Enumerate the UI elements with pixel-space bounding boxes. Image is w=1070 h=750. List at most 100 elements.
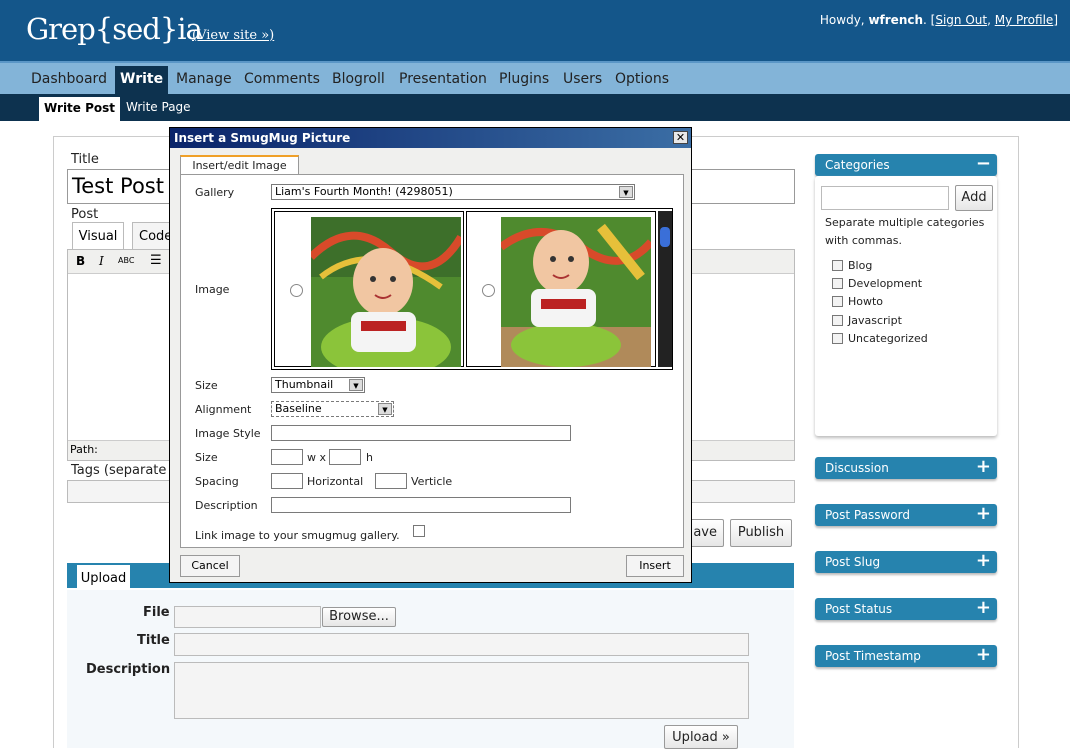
nav-comments[interactable]: Comments	[244, 69, 320, 96]
category-blog[interactable]: Blog	[832, 259, 872, 272]
main-nav: Dashboard Write Manage Comments Blogroll…	[0, 61, 1070, 96]
upload-button[interactable]: Upload »	[664, 725, 738, 749]
category-uncategorized[interactable]: Uncategorized	[832, 332, 928, 345]
post-password-header[interactable]: Post Password +	[815, 503, 997, 526]
sub-nav: Write Post Write Page	[0, 94, 1070, 121]
cancel-button[interactable]: Cancel	[180, 555, 240, 577]
expand-icon[interactable]: +	[976, 644, 991, 666]
browse-button[interactable]: Browse...	[322, 607, 396, 627]
size-value: Thumbnail	[275, 378, 334, 391]
image-scrollbar[interactable]	[658, 211, 672, 367]
category-hint: Separate multiple categories with commas…	[825, 216, 985, 247]
path-label: Path:	[70, 443, 98, 456]
post-label: Post	[71, 207, 99, 222]
nav-manage[interactable]: Manage	[176, 69, 232, 96]
nav-presentation[interactable]: Presentation	[399, 69, 487, 96]
strikethrough-icon[interactable]: ABC	[118, 256, 134, 265]
spacing-label: Spacing	[195, 475, 239, 488]
category-label: Uncategorized	[848, 332, 928, 345]
gallery-label: Gallery	[195, 186, 235, 199]
image-radio[interactable]	[290, 284, 303, 297]
link-gallery-checkbox[interactable]	[413, 525, 425, 537]
width-label: w x	[307, 451, 327, 464]
collapse-icon[interactable]: −	[976, 153, 991, 175]
nav-dashboard[interactable]: Dashboard	[31, 69, 107, 96]
view-site-link[interactable]: (View site »)	[192, 28, 274, 43]
subnav-write-post[interactable]: Write Post	[39, 97, 121, 121]
tab-insert-edit-image[interactable]: Insert/edit Image	[180, 155, 299, 175]
bullet-list-icon[interactable]: ☰	[150, 253, 162, 268]
tags-label: Tags (separate m	[71, 463, 184, 478]
height-input[interactable]	[329, 449, 361, 465]
tab-upload[interactable]: Upload	[77, 565, 130, 592]
alignment-select[interactable]: Baseline ▼	[271, 401, 394, 417]
alignment-label: Alignment	[195, 403, 252, 416]
category-development[interactable]: Development	[832, 277, 922, 290]
horizontal-spacing-input[interactable]	[271, 473, 303, 489]
post-timestamp-header[interactable]: Post Timestamp +	[815, 644, 997, 667]
chevron-down-icon[interactable]: ▼	[619, 186, 633, 198]
image-option[interactable]	[466, 211, 656, 367]
panel-title: Post Password	[825, 508, 910, 522]
username: wfrench	[868, 13, 924, 27]
expand-icon[interactable]: +	[976, 503, 991, 525]
size-select[interactable]: Thumbnail ▼	[271, 377, 365, 393]
description-input[interactable]	[271, 497, 571, 513]
tab-visual[interactable]: Visual	[72, 222, 124, 249]
nav-plugins[interactable]: Plugins	[499, 69, 549, 96]
dimension-label: Size	[195, 451, 218, 464]
categories-header[interactable]: Categories −	[815, 153, 997, 176]
horizontal-label: Horizontal	[307, 475, 364, 488]
image-style-input[interactable]	[271, 425, 571, 441]
subnav-write-page[interactable]: Write Page	[126, 100, 191, 114]
bold-icon[interactable]: B	[76, 254, 85, 268]
checkbox-icon[interactable]	[832, 333, 843, 344]
chevron-down-icon[interactable]: ▼	[378, 403, 392, 415]
howdy-text: Howdy,	[819, 13, 865, 27]
nav-users[interactable]: Users	[563, 69, 602, 96]
expand-icon[interactable]: +	[976, 597, 991, 619]
nav-blogroll[interactable]: Blogroll	[332, 69, 385, 96]
discussion-header[interactable]: Discussion +	[815, 456, 997, 479]
checkbox-icon[interactable]	[832, 315, 843, 326]
chevron-down-icon[interactable]: ▼	[349, 379, 363, 391]
image-label: Image	[195, 283, 230, 296]
post-slug-header[interactable]: Post Slug +	[815, 550, 997, 573]
italic-icon[interactable]: I	[99, 254, 104, 268]
add-category-button[interactable]: Add	[955, 185, 993, 211]
category-label: Javascript	[848, 314, 902, 327]
insert-button[interactable]: Insert	[626, 555, 684, 577]
post-status-header[interactable]: Post Status +	[815, 597, 997, 620]
scrollbar-thumb[interactable]	[660, 227, 670, 247]
categories-title: Categories	[825, 158, 890, 172]
width-input[interactable]	[271, 449, 303, 465]
upload-title-input[interactable]	[174, 633, 749, 656]
category-label: Howto	[848, 295, 884, 308]
gallery-select[interactable]: Liam's Fourth Month! (4298051) ▼	[271, 184, 635, 200]
nav-write[interactable]: Write	[115, 66, 169, 96]
checkbox-icon[interactable]	[832, 296, 843, 307]
my-profile-link[interactable]: My Profile	[995, 13, 1054, 27]
alignment-value: Baseline	[275, 402, 322, 415]
panel-title: Post Slug	[825, 555, 881, 569]
image-radio[interactable]	[482, 284, 495, 297]
file-label: File	[143, 605, 170, 620]
category-howto[interactable]: Howto	[832, 295, 883, 308]
image-option[interactable]	[274, 211, 464, 367]
expand-icon[interactable]: +	[976, 456, 991, 478]
checkbox-icon[interactable]	[832, 260, 843, 271]
publish-button[interactable]: Publish	[730, 519, 792, 547]
checkbox-icon[interactable]	[832, 278, 843, 289]
category-javascript[interactable]: Javascript	[832, 314, 902, 327]
upload-description-input[interactable]	[174, 662, 749, 719]
file-input[interactable]	[174, 606, 321, 628]
vertical-spacing-input[interactable]	[375, 473, 407, 489]
tab-code[interactable]: Code	[132, 222, 172, 249]
new-category-input[interactable]	[821, 186, 949, 210]
smugmug-dialog: Insert a SmugMug Picture ✕ Insert/edit I…	[169, 127, 692, 583]
close-icon[interactable]: ✕	[673, 131, 688, 144]
sign-out-link[interactable]: Sign Out	[935, 13, 987, 27]
expand-icon[interactable]: +	[976, 550, 991, 572]
panel-title: Post Status	[825, 602, 893, 616]
nav-options[interactable]: Options	[615, 69, 669, 96]
